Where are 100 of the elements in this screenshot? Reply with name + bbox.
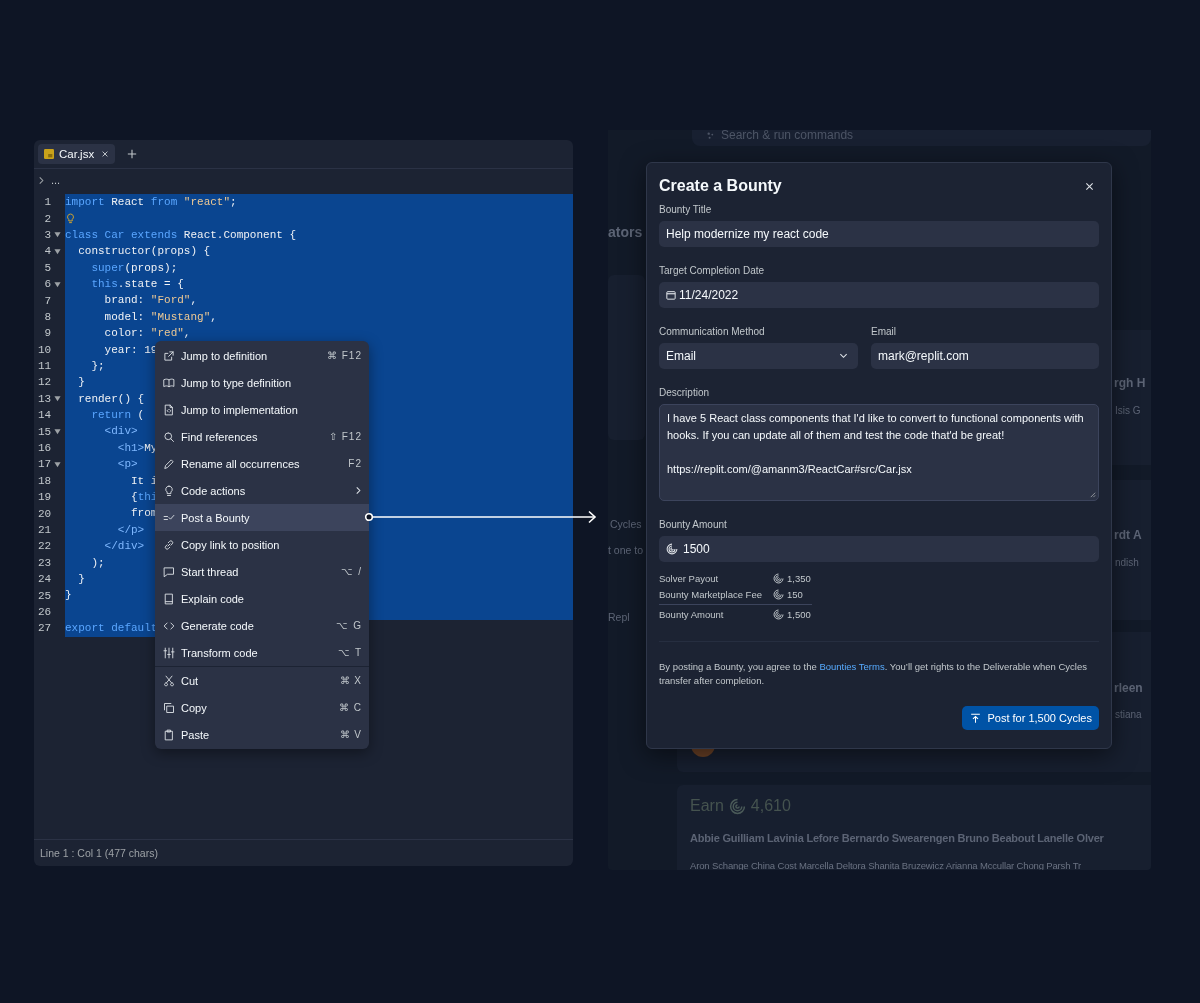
dialog-title: Create a Bounty bbox=[659, 177, 782, 195]
menu-item[interactable]: Find references ⇧ F12 bbox=[155, 423, 369, 450]
code-line: } bbox=[77, 375, 85, 391]
menu-item[interactable]: Jump to type definition bbox=[155, 369, 369, 396]
code-line: } bbox=[65, 588, 72, 604]
terms-text: By posting a Bounty, you agree to the Bounties Terms. You’ll get rights to the Deliverable when Cycles transfer after completion. bbox=[659, 660, 1088, 688]
line-number: 14 bbox=[37, 409, 51, 422]
line-number: 13 bbox=[37, 392, 51, 405]
menu-item[interactable]: Cut ⌘ X bbox=[155, 667, 369, 694]
fold-icon[interactable] bbox=[53, 428, 61, 436]
dropdown[interactable]: Email bbox=[659, 343, 858, 369]
menu-item[interactable]: Transform code ⌥ T bbox=[155, 639, 369, 666]
post-button[interactable]: Post for 1,500 Cycles bbox=[962, 706, 1099, 730]
breakdown-label: Bounty Marketplace Fee bbox=[659, 588, 763, 600]
fold-icon[interactable] bbox=[53, 460, 61, 468]
keyboard-shortcut: ⌥ G bbox=[336, 620, 362, 631]
menu-item[interactable]: Jump to implementation bbox=[155, 396, 369, 423]
menu-item[interactable]: Paste ⌘ V bbox=[155, 721, 369, 748]
lightbulb-icon[interactable] bbox=[65, 213, 76, 225]
line-number: 20 bbox=[37, 507, 51, 520]
terms-link[interactable]: Bounties Terms bbox=[819, 661, 885, 672]
breakdown-amount: 150 bbox=[787, 588, 804, 600]
date-field[interactable]: 11/24/2022 bbox=[659, 282, 1099, 308]
fold-icon[interactable] bbox=[53, 231, 61, 239]
menu-item[interactable]: Code actions bbox=[155, 477, 369, 504]
file-tab[interactable]: Car.jsx bbox=[38, 144, 116, 164]
copy-icon bbox=[163, 701, 175, 714]
menu-item[interactable]: Explain code bbox=[155, 585, 369, 612]
menu-item[interactable]: Generate code ⌥ G bbox=[155, 612, 369, 639]
keyboard-shortcut: ⌘ F12 bbox=[327, 350, 362, 361]
link-icon bbox=[163, 538, 175, 551]
plus-icon[interactable] bbox=[127, 149, 138, 159]
code-line: render() { bbox=[77, 391, 145, 407]
calendar-icon bbox=[666, 290, 676, 300]
menu-item[interactable]: Post a Bounty bbox=[155, 504, 369, 531]
code-line: return ( bbox=[90, 408, 145, 424]
close-icon[interactable] bbox=[101, 150, 110, 158]
menu-item[interactable]: Rename all occurrences F2 bbox=[155, 450, 369, 477]
background-text: ndish bbox=[1115, 557, 1139, 569]
scissors-icon bbox=[163, 674, 175, 687]
code-line: <p> bbox=[116, 457, 138, 473]
js-file-icon bbox=[44, 149, 54, 159]
breakdown-amount: 1,350 bbox=[787, 572, 812, 584]
clipboard-icon bbox=[163, 728, 175, 741]
line-number: 25 bbox=[37, 589, 51, 602]
background-text: rgh H bbox=[1114, 376, 1146, 391]
line-number: 22 bbox=[37, 540, 51, 553]
notebook-icon bbox=[163, 592, 175, 605]
background-text: rleen bbox=[1114, 681, 1143, 696]
input-field[interactable]: mark@replit.com bbox=[871, 343, 1099, 369]
menu-item[interactable]: Copy ⌘ C bbox=[155, 694, 369, 721]
code-line: } bbox=[77, 572, 85, 587]
resize-handle-icon[interactable] bbox=[1089, 491, 1096, 498]
line-number: 6 bbox=[43, 278, 51, 291]
line-number: 2 bbox=[43, 212, 51, 225]
background-text: ators bbox=[608, 224, 643, 241]
code-line: </p> bbox=[116, 522, 145, 538]
sliders-icon bbox=[163, 646, 175, 659]
code-line: ); bbox=[90, 555, 105, 571]
fold-icon[interactable] bbox=[53, 280, 61, 288]
chevron-down-icon bbox=[839, 353, 848, 359]
code-line: constructor(props) { bbox=[77, 244, 211, 260]
search-icon bbox=[163, 430, 175, 443]
description-field[interactable]: I have 5 React class components that I'd like to convert to functional components with hooks. If you can update all of them and test the code that'd be great! https://replit.com/@amanm3/ReactCar#src/Car.jsx bbox=[659, 404, 1099, 501]
line-number: 3 bbox=[43, 228, 51, 241]
fold-icon[interactable] bbox=[53, 247, 61, 255]
code-line: </div> bbox=[103, 539, 145, 555]
line-number: 15 bbox=[37, 425, 51, 438]
breadcrumb[interactable]: ... bbox=[51, 174, 61, 186]
menu-item[interactable]: Start thread ⌥ / bbox=[155, 558, 369, 585]
fold-icon[interactable] bbox=[53, 395, 61, 403]
menu-item[interactable]: Copy link to position bbox=[155, 531, 369, 558]
line-number: 23 bbox=[37, 556, 51, 569]
line-number: 9 bbox=[43, 327, 51, 340]
chevron-right-icon[interactable] bbox=[38, 175, 45, 185]
close-icon[interactable] bbox=[1085, 181, 1094, 191]
menu-item[interactable]: Jump to definition ⌘ F12 bbox=[155, 342, 369, 369]
amount-field[interactable]: 1500 bbox=[659, 536, 1099, 562]
line-number: 11 bbox=[37, 360, 51, 373]
breakdown-label: Bounty Amount bbox=[659, 608, 725, 620]
code-line: <div> bbox=[103, 424, 138, 440]
line-number: 16 bbox=[37, 442, 51, 455]
coin-icon bbox=[773, 608, 784, 620]
line-number: 18 bbox=[37, 474, 51, 487]
background-text: Cycles bbox=[610, 518, 642, 531]
background-text: rdt A bbox=[1114, 528, 1142, 543]
input-field[interactable]: Help modernize my react code bbox=[659, 221, 1099, 247]
code-line: model: "Mustang", bbox=[103, 309, 217, 325]
coin-icon bbox=[666, 543, 678, 555]
code-line: import React from "react"; bbox=[65, 195, 237, 210]
line-number: 5 bbox=[43, 261, 51, 274]
breakdown-amount: 1,500 bbox=[787, 608, 812, 620]
background-text: stiana bbox=[1115, 709, 1142, 721]
line-number: 1 bbox=[43, 196, 51, 209]
keyboard-shortcut: ⇧ F12 bbox=[329, 431, 362, 442]
status-text: Line 1 : Col 1 (477 chars) bbox=[40, 847, 158, 859]
keyboard-shortcut: ⌥ T bbox=[338, 647, 362, 658]
code-brackets-icon bbox=[163, 619, 175, 632]
field-label: Bounty Title bbox=[659, 204, 712, 215]
code-line: color: "red", bbox=[103, 326, 191, 342]
